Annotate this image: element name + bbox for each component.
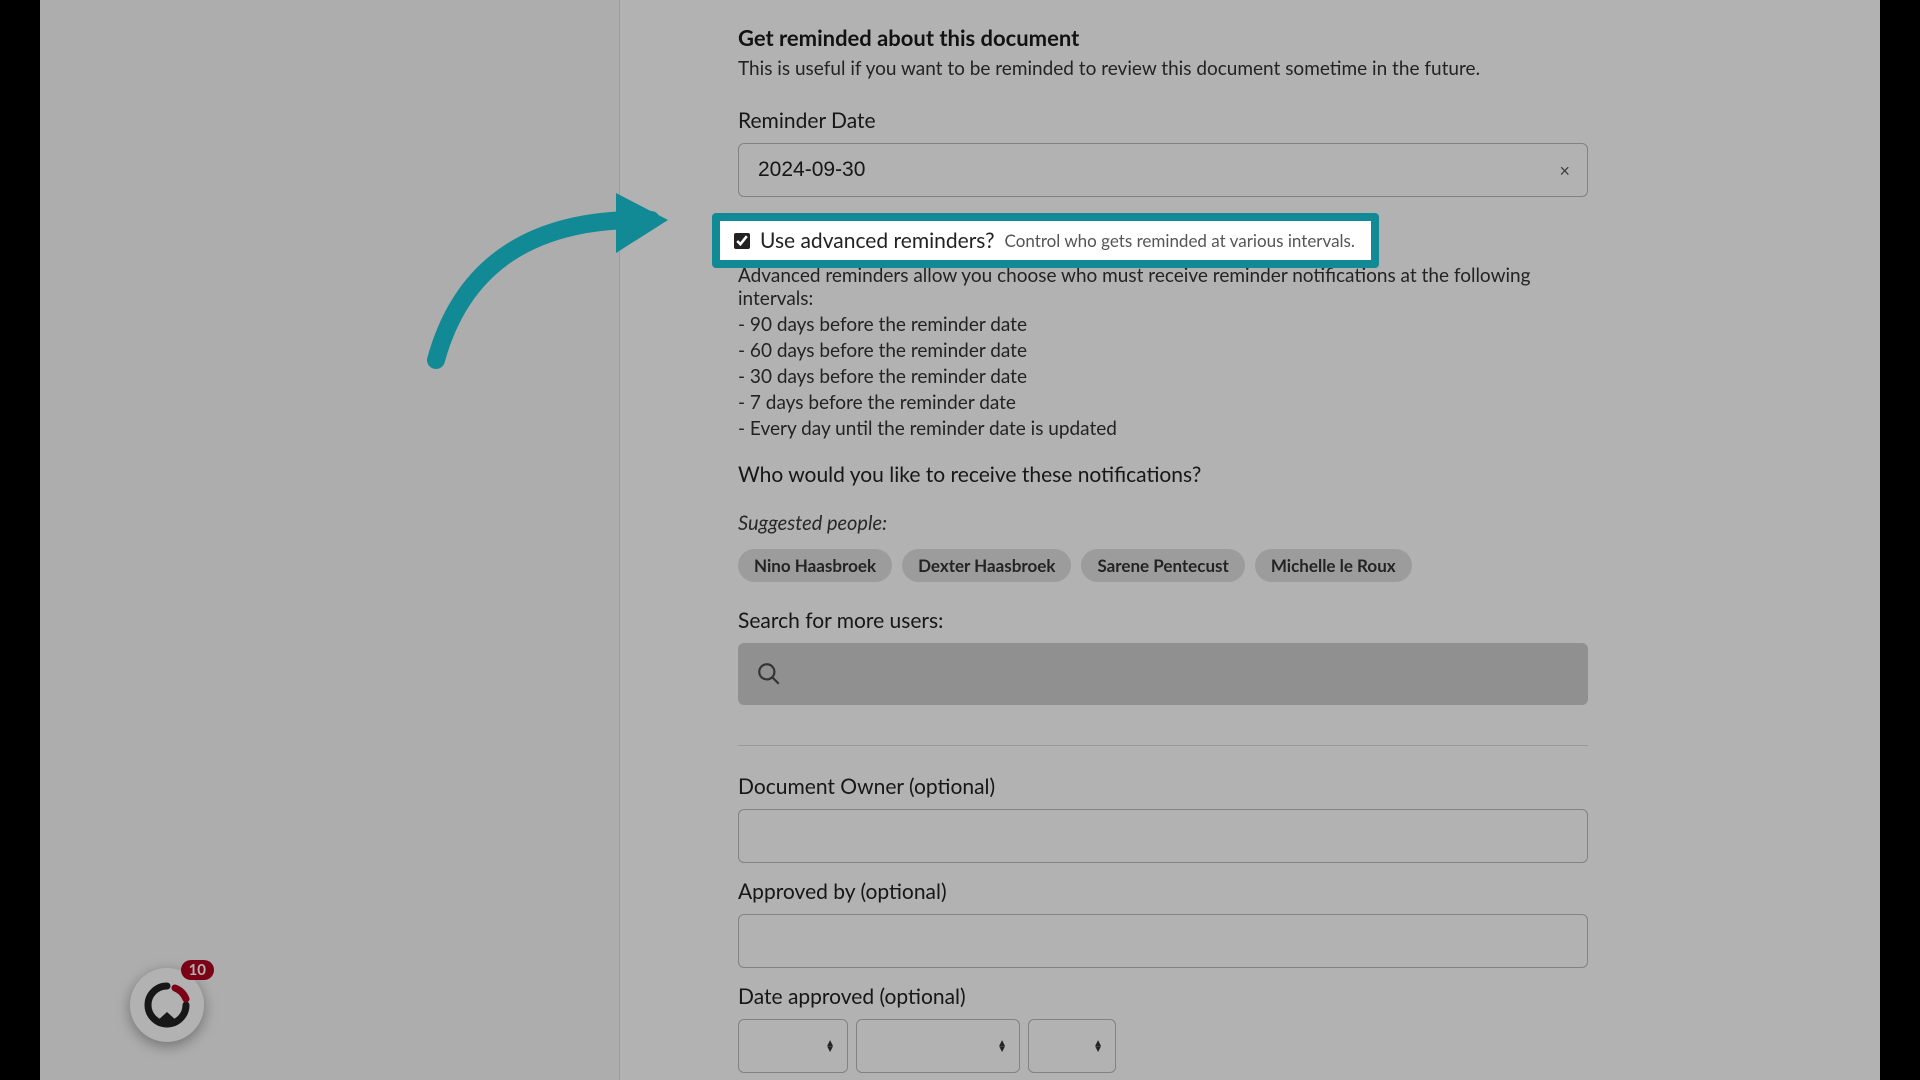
approved-by-label: Approved by (optional) bbox=[738, 879, 1588, 904]
suggested-people-row: Nino Haasbroek Dexter Haasbroek Sarene P… bbox=[738, 549, 1588, 582]
search-users-input[interactable] bbox=[738, 643, 1588, 705]
interval-line: - 30 days before the reminder date bbox=[738, 365, 1588, 388]
clear-date-icon[interactable]: × bbox=[1560, 159, 1570, 181]
interval-line: - 60 days before the reminder date bbox=[738, 339, 1588, 362]
interval-line: - Every day until the reminder date is u… bbox=[738, 417, 1588, 440]
date-approved-select-row: ▲▼ ▲▼ ▲▼ bbox=[738, 1019, 1588, 1073]
chat-badge-count: 10 bbox=[181, 960, 214, 980]
reminder-date-input[interactable] bbox=[738, 143, 1588, 197]
person-chip[interactable]: Nino Haasbroek bbox=[738, 549, 892, 582]
chevron-updown-icon: ▲▼ bbox=[1093, 1040, 1103, 1052]
chevron-updown-icon: ▲▼ bbox=[997, 1040, 1007, 1052]
chat-logo-icon bbox=[144, 982, 190, 1028]
advanced-reminders-highlight: Use advanced reminders? Control who gets… bbox=[712, 213, 1379, 268]
advanced-reminders-checkbox[interactable] bbox=[734, 233, 750, 249]
suggested-people-label: Suggested people: bbox=[738, 511, 1588, 535]
person-chip[interactable]: Dexter Haasbroek bbox=[902, 549, 1071, 582]
interval-line: - 90 days before the reminder date bbox=[738, 313, 1588, 336]
advanced-reminders-hint: Control who gets reminded at various int… bbox=[1005, 230, 1355, 251]
reminder-date-label: Reminder Date bbox=[738, 108, 1588, 133]
document-owner-label: Document Owner (optional) bbox=[738, 774, 1588, 799]
search-icon bbox=[756, 661, 782, 687]
interval-line: - 7 days before the reminder date bbox=[738, 391, 1588, 414]
document-settings-panel: Get reminded about this document This is… bbox=[619, 0, 1880, 1080]
approved-by-input[interactable] bbox=[738, 914, 1588, 968]
reminder-section-description: This is useful if you want to be reminde… bbox=[738, 57, 1588, 80]
chevron-updown-icon: ▲▼ bbox=[825, 1040, 835, 1052]
who-receives-label: Who would you like to receive these noti… bbox=[738, 462, 1588, 487]
advanced-reminders-description: Advanced reminders allow you choose who … bbox=[738, 264, 1588, 310]
person-chip[interactable]: Sarene Pentecust bbox=[1081, 549, 1244, 582]
date-approved-day-select[interactable]: ▲▼ bbox=[738, 1019, 848, 1073]
sidebar-blank bbox=[40, 0, 619, 1080]
chat-widget-button[interactable]: 10 bbox=[130, 968, 204, 1042]
date-approved-label: Date approved (optional) bbox=[738, 984, 1588, 1009]
search-users-label: Search for more users: bbox=[738, 608, 1588, 633]
date-approved-year-select[interactable]: ▲▼ bbox=[1028, 1019, 1116, 1073]
person-chip[interactable]: Michelle le Roux bbox=[1255, 549, 1412, 582]
reminder-section-title: Get reminded about this document bbox=[738, 24, 1588, 51]
advanced-reminders-label: Use advanced reminders? bbox=[760, 228, 995, 253]
date-approved-month-select[interactable]: ▲▼ bbox=[856, 1019, 1020, 1073]
section-divider bbox=[738, 745, 1588, 746]
document-owner-input[interactable] bbox=[738, 809, 1588, 863]
